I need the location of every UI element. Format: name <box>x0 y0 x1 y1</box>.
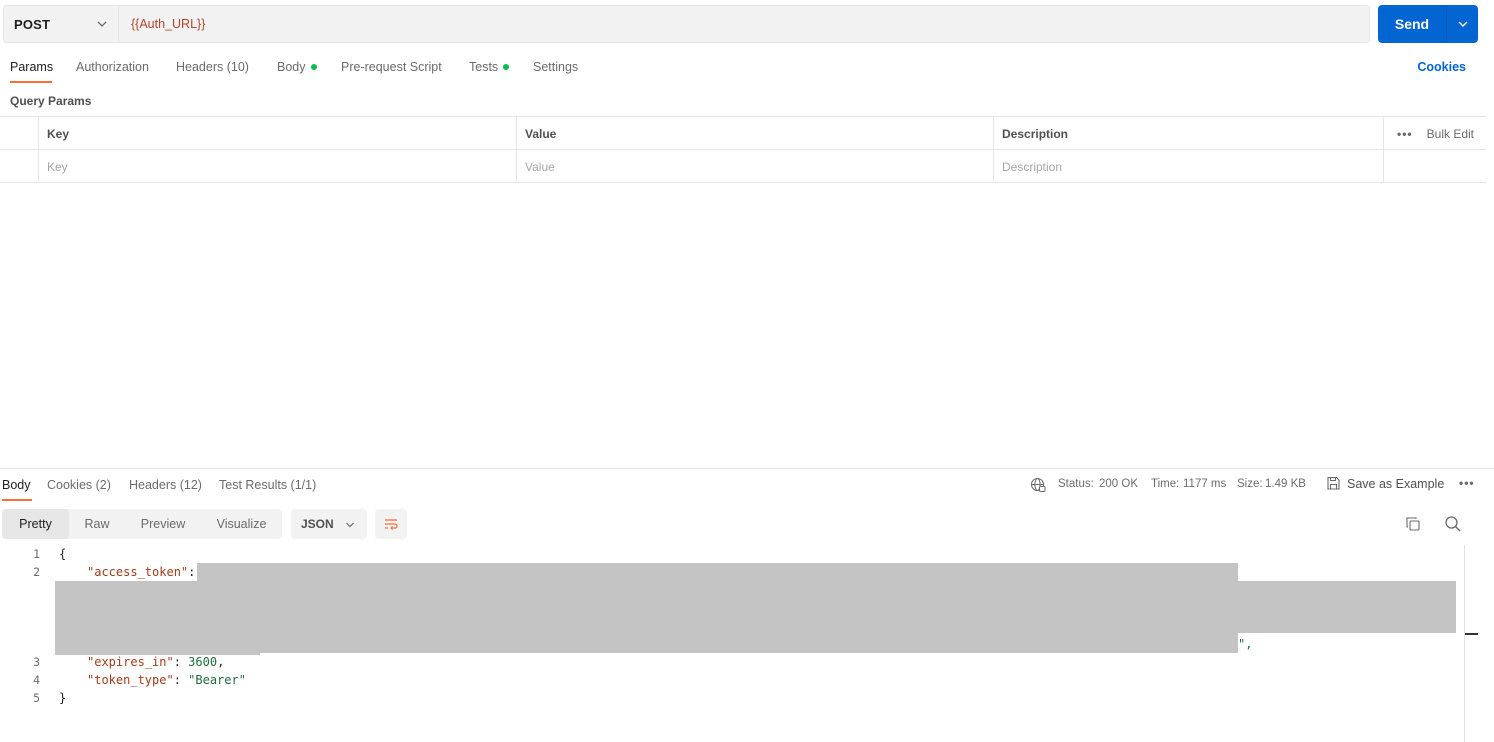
chevron-down-icon <box>1458 21 1467 27</box>
table-header-row: Key Value Description ••• Bulk Edit <box>0 117 1486 150</box>
format-label: JSON <box>301 517 334 531</box>
pane-divider[interactable] <box>0 468 1494 469</box>
status-value: 200 OK <box>1099 478 1138 490</box>
active-tab-indicator <box>10 81 52 83</box>
json-key: "expires_in" <box>87 655 174 669</box>
tab-label: Body <box>277 60 306 74</box>
tab-authorization[interactable]: Authorization <box>76 60 149 74</box>
tab-tests[interactable]: Tests <box>469 60 510 74</box>
send-label: Send <box>1394 16 1430 32</box>
response-tab-headers[interactable]: Headers (12) <box>129 478 202 492</box>
json-key: "token_type" <box>87 673 174 687</box>
column-header-key: Key <box>39 117 517 150</box>
time-label: Time: <box>1151 478 1180 490</box>
tab-params[interactable]: Params <box>10 60 53 74</box>
column-header-value: Value <box>517 117 994 150</box>
line-number: 1 <box>33 547 40 561</box>
send-options-button[interactable] <box>1447 18 1478 30</box>
line-number: 3 <box>33 655 40 669</box>
query-params-title: Query Params <box>10 94 92 108</box>
send-split-divider <box>1446 5 1447 43</box>
wrap-lines-button[interactable] <box>375 509 407 539</box>
json-key: "access_token" <box>87 565 189 579</box>
view-mode-raw[interactable]: Raw <box>69 509 125 539</box>
send-button[interactable]: Send <box>1378 5 1478 43</box>
tab-label: Tests <box>469 60 499 74</box>
time-value: 1177 ms <box>1183 478 1227 490</box>
request-tabs: Params Authorization Headers (10) Body P… <box>0 52 1494 84</box>
tab-label: Authorization <box>76 60 149 74</box>
tab-label: Params <box>10 60 54 74</box>
response-tab-cookies[interactable]: Cookies (2) <box>47 478 111 492</box>
response-tab-body[interactable]: Body <box>2 478 31 492</box>
url-input[interactable]: {{Auth_URL}} <box>118 5 1370 43</box>
redacted-block <box>55 581 1456 633</box>
active-response-tab-indicator <box>2 499 32 501</box>
more-options-icon[interactable]: ••• <box>1397 127 1413 141</box>
line-number: 2 <box>33 565 40 579</box>
tab-headers[interactable]: Headers (10) <box>176 60 249 74</box>
save-as-example-label: Save as Example <box>1347 476 1445 491</box>
param-description-input[interactable]: Description <box>994 150 1384 183</box>
redacted-block <box>197 563 1238 581</box>
bulk-edit-button[interactable]: Bulk Edit <box>1427 127 1474 141</box>
url-bar: POST {{Auth_URL}} Send <box>0 0 1494 48</box>
copy-icon[interactable] <box>1405 516 1421 532</box>
format-select[interactable]: JSON <box>291 509 367 539</box>
view-mode-preview[interactable]: Preview <box>125 509 201 539</box>
code-line-token-type: "token_type": "Bearer" <box>87 673 246 687</box>
param-value-input[interactable]: Value <box>517 150 994 183</box>
status-dot-icon <box>310 64 317 70</box>
column-header-description: Description <box>994 117 1384 150</box>
redacted-block <box>55 633 260 655</box>
method-select[interactable]: POST <box>3 5 118 43</box>
status-label: Status: <box>1058 478 1094 490</box>
method-label: POST <box>14 16 51 32</box>
code-string-end: ", <box>1238 637 1252 651</box>
json-number: 3600 <box>188 655 218 669</box>
table-actions: ••• Bulk Edit <box>1384 117 1486 150</box>
json-string: "Bearer" <box>188 673 246 687</box>
tab-label: Settings <box>533 60 579 74</box>
globe-icon[interactable] <box>1030 477 1046 493</box>
query-params-table: Key Value Description ••• Bulk Edit Key … <box>0 116 1486 183</box>
status-dot-icon <box>503 64 510 70</box>
json-string-tail: ", <box>1238 637 1253 651</box>
tab-pre-request-script[interactable]: Pre-request Script <box>341 60 442 74</box>
url-text: {{Auth_URL}} <box>131 17 206 31</box>
size-label: Size: <box>1237 478 1263 490</box>
view-mode-segmented-control: Pretty Raw Preview Visualize <box>2 509 282 539</box>
code-open-brace: { <box>59 547 67 561</box>
response-tab-test-results[interactable]: Test Results (1/1) <box>219 478 316 492</box>
param-key-input[interactable]: Key <box>39 150 517 183</box>
checkbox-column-header <box>0 117 39 150</box>
line-number: 4 <box>33 673 40 687</box>
code-line-expires-in: "expires_in": 3600, <box>87 655 225 669</box>
save-icon <box>1327 476 1340 490</box>
tab-settings[interactable]: Settings <box>533 60 578 74</box>
tab-label: Pre-request Script <box>341 60 442 74</box>
cookies-link[interactable]: Cookies <box>1417 60 1466 74</box>
editor-scrollbar[interactable] <box>1464 545 1465 742</box>
chevron-down-icon <box>97 21 107 27</box>
line-number: 5 <box>33 691 40 705</box>
response-body-editor[interactable]: 1 2 3 4 5 { "access_token": ", "expires_… <box>0 545 1464 742</box>
tab-body[interactable]: Body <box>277 60 317 74</box>
code-line-access-token: "access_token": <box>87 565 203 579</box>
search-icon[interactable] <box>1444 515 1462 533</box>
size-value: 1.49 KB <box>1265 478 1306 490</box>
scrollbar-marker <box>1465 633 1478 635</box>
save-as-example-button[interactable]: Save as Example <box>1326 476 1444 491</box>
table-row: Key Value Description <box>0 150 1486 183</box>
view-mode-pretty[interactable]: Pretty <box>2 509 69 539</box>
more-options-icon[interactable]: ••• <box>1459 476 1475 490</box>
wrap-lines-icon <box>385 519 398 530</box>
row-actions <box>1384 150 1486 183</box>
tab-label: Headers (10) <box>176 60 249 74</box>
row-checkbox <box>0 150 39 183</box>
code-close-brace: } <box>59 691 67 705</box>
view-mode-visualize[interactable]: Visualize <box>201 509 282 539</box>
chevron-down-icon <box>346 522 354 528</box>
